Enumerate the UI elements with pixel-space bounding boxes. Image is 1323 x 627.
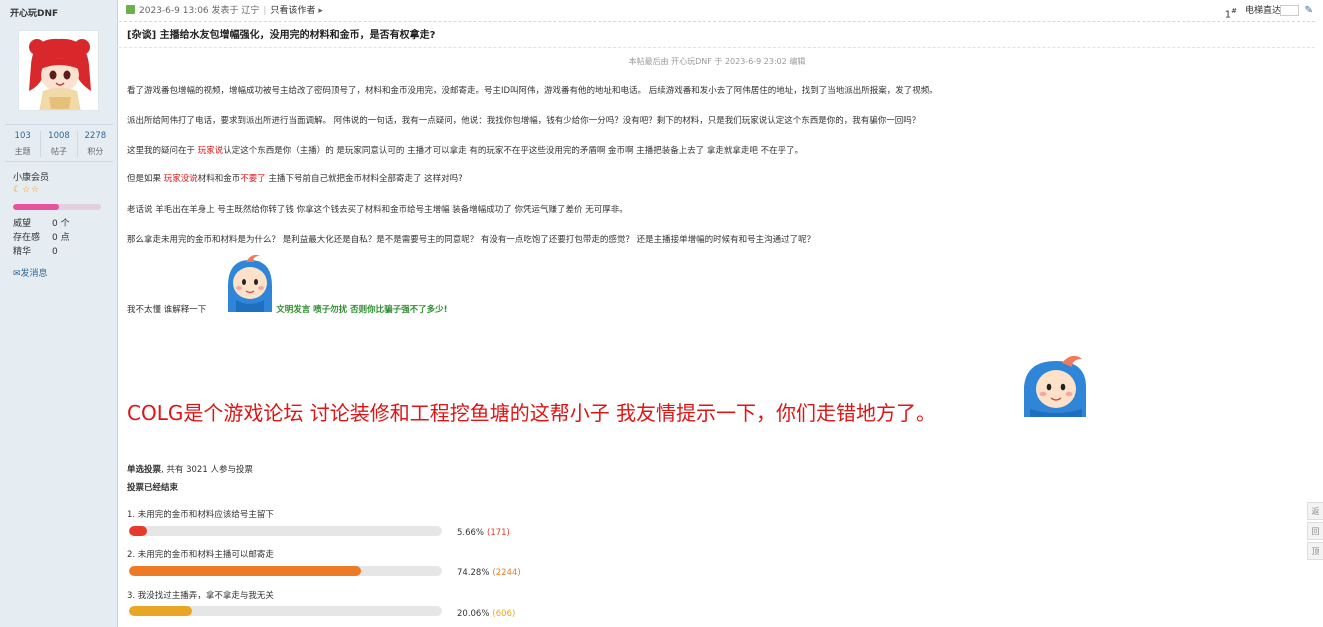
poll-option-label: 2. 未用完的金币和材料主播可以邮寄走: [127, 550, 274, 560]
poll-votes: (171): [487, 528, 510, 538]
edit-pen-icon[interactable]: ✎: [1305, 0, 1313, 22]
info-value: 0 个: [52, 219, 70, 229]
triangle-right-icon: ▸: [318, 6, 323, 16]
author-stats: 103 主题 1008 帖子 2278 积分: [5, 124, 113, 162]
stat-value: 1008: [48, 131, 70, 141]
post-date: 2023-6-9 13:06 发表于 辽宁: [139, 6, 260, 16]
info-row: 精华 0: [13, 245, 108, 259]
green-note: 文明发言 喷子勿扰 否则你比骗子强不了多少!: [276, 305, 448, 315]
highlight-text: 玩家没说: [163, 174, 198, 184]
text: 材料和金币: [197, 174, 241, 184]
return-button[interactable]: 回: [1307, 522, 1323, 540]
rank-stars-icon: ☾☆☆: [13, 185, 41, 195]
send-message-link[interactable]: ✉发消息: [13, 266, 48, 279]
text: 这里我的疑问在于: [127, 146, 198, 156]
poll-percent: 74.28%: [457, 568, 490, 578]
stat-label: 帖子: [50, 147, 67, 156]
poll-type: 单选投票: [127, 465, 162, 475]
poll-bar-fill: [129, 526, 147, 536]
paragraph: 但是如果 玩家没说材料和金币不要了 主播下号前自己就把金币材料全部寄走了 这样对…: [127, 172, 463, 184]
online-status-icon: [126, 5, 135, 14]
floor-sup: #: [1231, 7, 1237, 15]
poll-bar-fill: [129, 606, 192, 616]
post-content: 2023-6-9 13:06 发表于 辽宁 | 只看该作者 ▸ 1# 电梯直达 ✎ …: [119, 0, 1323, 627]
back-to-top-button[interactable]: 返: [1307, 502, 1323, 520]
poll-option-label: 3. 我没找过主播弄，拿不拿走与我无关: [127, 591, 274, 601]
floating-toolbar: 返 回 顶: [1307, 502, 1323, 562]
text: 认定这个东西是你（主播）的 是玩家同意认可的 主播才可以拿走 有的玩家不在乎这些…: [223, 146, 804, 156]
text: 但是如果: [127, 174, 164, 184]
stat-value: 2278: [84, 131, 107, 141]
author-sidebar: 开心玩DNF 103 主题 1008 帖子 2278 积分 小康会员 ☾☆☆ 威…: [0, 0, 118, 627]
highlight-text: 玩家说: [197, 146, 224, 156]
big-notice-text: COLG是个游戏论坛 讨论装修和工程挖鱼塘的这帮小子 我友情提示一下，你们走错地…: [127, 401, 937, 425]
paragraph: 我不太懂 谁解释一下 文明发言 喷子勿扰 否则你比骗子强不了多少!: [127, 303, 448, 315]
author-only-link[interactable]: 只看该作者: [270, 6, 315, 16]
author-name[interactable]: 开心玩DNF: [10, 6, 58, 19]
jump-label: 电梯直达: [1244, 6, 1281, 16]
edit-note: 本帖最后由 开心玩DNF 于 2023-6-9 23:02 编辑: [119, 47, 1315, 67]
stat-label: 主题: [14, 147, 31, 156]
poll-result: 74.28% (2244): [457, 568, 521, 578]
poll-result: 20.06% (606): [457, 609, 515, 619]
stat-threads[interactable]: 103 主题: [5, 131, 42, 157]
level-progress-bar: [13, 204, 101, 210]
poll-votes: (606): [492, 609, 516, 619]
envelope-icon: ✉: [13, 269, 21, 279]
highlight-text: 不要了: [240, 174, 266, 184]
poll-percent: 5.66%: [457, 528, 485, 538]
text: 主播下号前自己就把金币材料全部寄走了 这样对吗?: [265, 174, 463, 184]
poll-result: 5.66% (171): [457, 528, 510, 538]
floor-number[interactable]: 1#: [1225, 0, 1237, 26]
send-message-label: 发消息: [20, 269, 48, 279]
poll-option-label: 1. 未用完的金币和材料应该给号主留下: [127, 510, 274, 520]
info-value: 0: [52, 247, 58, 257]
info-key: 存在感: [13, 233, 41, 243]
paragraph: 老话说 羊毛出在羊身上 号主既然给你转了钱 你拿这个钱去买了材料和金币给号主增幅…: [127, 205, 628, 215]
info-row: 威望 0 个: [13, 217, 108, 231]
user-group[interactable]: 小康会员: [13, 170, 49, 183]
post-title: [杂谈] 主播给水友包增幅强化，没用完的材料和金币，是否有权拿走?: [127, 30, 436, 41]
divider: |: [263, 6, 267, 16]
info-key: 威望: [13, 219, 32, 229]
poll-bar: [129, 606, 442, 616]
poll-votes: (2244): [492, 568, 521, 578]
info-key: 精华: [13, 247, 32, 257]
info-row: 存在感 0 点: [13, 231, 108, 245]
author-info: 威望 0 个 存在感 0 点 精华 0: [13, 217, 108, 259]
level-progress-fill: [13, 204, 59, 210]
stat-posts[interactable]: 1008 帖子: [41, 131, 78, 157]
info-value: 0 点: [52, 233, 70, 243]
text: 我不太懂 谁解释一下: [127, 305, 207, 315]
post-meta: 2023-6-9 13:06 发表于 辽宁 | 只看该作者 ▸: [126, 0, 323, 22]
stat-value: 103: [14, 131, 31, 141]
poll-bar-fill: [129, 566, 362, 576]
jump-input[interactable]: [1280, 5, 1299, 16]
poll-bar: [129, 526, 442, 536]
poll-count: , 共有 3021 人参与投票: [161, 465, 253, 475]
poll-percent: 20.06%: [457, 609, 490, 619]
stat-label: 积分: [87, 147, 104, 156]
post-header: 2023-6-9 13:06 发表于 辽宁 | 只看该作者 ▸ 1# 电梯直达 ✎: [119, 0, 1315, 22]
stat-points[interactable]: 2278 积分: [78, 131, 113, 157]
paragraph: 这里我的疑问在于 玩家说认定这个东西是你（主播）的 是玩家同意认可的 主播才可以…: [127, 144, 803, 156]
paragraph: 看了游戏番包增幅的视频，增幅成功被号主给改了密码顶号了，材料和金币没用完，没邮寄…: [127, 86, 938, 96]
poll-bar: [129, 566, 442, 576]
poll-header: 单选投票, 共有 3021 人参与投票: [127, 463, 253, 475]
paragraph: 那么拿走未用完的金币和材料是为什么？ 是利益最大化还是自私？是不是需要号主的同意…: [127, 235, 816, 245]
poll-ended: 投票已经结束: [127, 483, 179, 493]
cartoon-emoji-image: [1022, 353, 1090, 417]
avatar[interactable]: [18, 30, 99, 111]
paragraph: 派出所给阿伟打了电话，要求到派出所进行当面调解。 阿伟说的一句话，我有一点疑问，…: [127, 116, 921, 126]
top-button[interactable]: 顶: [1307, 542, 1323, 560]
